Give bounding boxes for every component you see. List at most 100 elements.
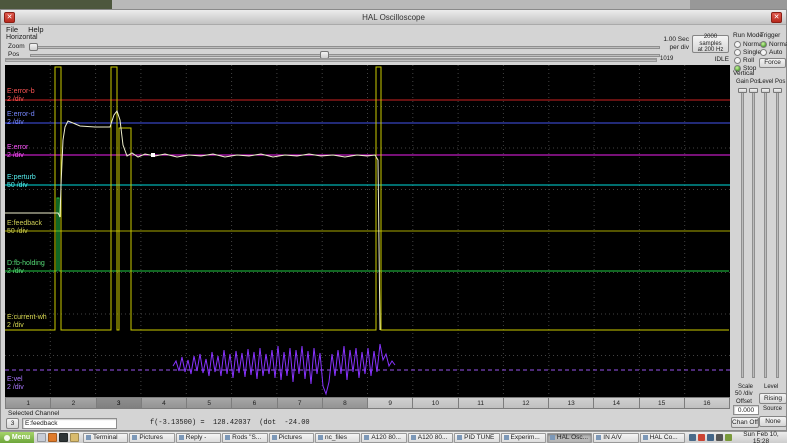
background-window-edge-mid: [690, 0, 787, 9]
run-mode-option-single[interactable]: Single: [734, 48, 762, 56]
channel-tab-11[interactable]: 11: [458, 397, 504, 409]
taskbar-window-6[interactable]: nc_files: [314, 432, 361, 443]
channel-tab-7[interactable]: 7: [277, 397, 323, 409]
selected-channel-name-box[interactable]: E:feedback: [22, 418, 117, 429]
channel-tab-1[interactable]: 1: [5, 397, 52, 409]
vertical-pos-slider-handle[interactable]: [749, 88, 758, 93]
taskbar-clock[interactable]: Sun Feb 10, 15:28: [735, 431, 787, 443]
channel-tab-5[interactable]: 5: [187, 397, 233, 409]
radio-icon: [734, 56, 741, 64]
chan-off-button[interactable]: Chan Off: [731, 417, 759, 428]
channel-scale-2: 2 /div: [7, 119, 24, 126]
pos-slider[interactable]: [30, 54, 660, 57]
trigger-option-label: Normal: [769, 40, 787, 48]
channel-tab-8[interactable]: 8: [322, 397, 368, 409]
selected-channel-number[interactable]: 3: [6, 418, 19, 429]
zoom-slider[interactable]: [30, 46, 660, 49]
taskbar-window-4[interactable]: Rods "S...: [222, 432, 268, 443]
battery-icon[interactable]: [725, 434, 732, 441]
channel-tab-16[interactable]: 16: [684, 397, 730, 409]
taskbar-window-list: Terminal Pictures Reply - Rods "S... Picture…: [82, 432, 686, 443]
browser-icon[interactable]: [48, 433, 57, 442]
channel-tab-9[interactable]: 9: [368, 397, 414, 409]
update-manager-icon[interactable]: [698, 434, 705, 441]
run-mode-option-label: Single: [743, 48, 762, 56]
horizontal-section-label: Horizontal: [6, 34, 38, 41]
channel-tab-13[interactable]: 13: [549, 397, 595, 409]
file-manager-icon[interactable]: [70, 433, 79, 442]
channel-tab-6[interactable]: 6: [232, 397, 278, 409]
window-close-icon-left[interactable]: ✕: [4, 12, 15, 23]
window-icon: [225, 435, 231, 440]
taskbar-window-10[interactable]: Experim...: [500, 432, 546, 443]
run-mode-option-label: Roll: [743, 56, 755, 64]
window-icon: [457, 435, 463, 440]
channel-tab-10[interactable]: 10: [413, 397, 459, 409]
channel-tab-4[interactable]: 4: [141, 397, 187, 409]
menu-help[interactable]: Help: [28, 25, 43, 34]
taskbar-window-8[interactable]: A120 80...: [407, 432, 454, 443]
trace-marker-dot: [151, 153, 155, 157]
title-bar[interactable]: HAL Oscilloscope: [1, 10, 786, 25]
taskbar-window-2[interactable]: Pictures: [129, 432, 175, 443]
record-length-button[interactable]: 2000 samples at 200 Hz: [692, 34, 729, 53]
desktop: HAL Oscilloscope ✕ ✕ File Help Horizontal…: [0, 0, 787, 443]
run-mode-title: Run Mode: [733, 32, 763, 39]
menu-file[interactable]: File: [6, 25, 18, 34]
distro-logo-icon: [3, 434, 10, 441]
taskbar-window-12[interactable]: IN A/V: [593, 432, 639, 443]
gain-slider-handle[interactable]: [738, 88, 747, 93]
trigger-pos-slider[interactable]: [776, 88, 779, 378]
window-icon: [364, 435, 370, 440]
network-icon[interactable]: [707, 434, 714, 441]
show-desktop-icon[interactable]: [37, 433, 46, 442]
scope-display: E:error-b2 /divE:error-d2 /divE:error2 /…: [5, 65, 730, 397]
taskbar-window-label: Terminal: [93, 434, 118, 441]
taskbar-window-5[interactable]: Pictures: [268, 432, 314, 443]
taskbar-window-3[interactable]: Reply -: [175, 432, 222, 443]
sec-per-div-line2: per div: [669, 44, 689, 51]
trigger-source-button[interactable]: None: [759, 416, 787, 427]
pos-label: Pos: [8, 51, 20, 58]
trigger-level-slider[interactable]: [764, 88, 767, 378]
level-readout-label: Level: [764, 384, 779, 390]
terminal-icon[interactable]: [59, 433, 68, 442]
channel-tab-2[interactable]: 2: [51, 397, 97, 409]
trigger-level-slider-handle[interactable]: [761, 88, 770, 93]
vel-noise-trace: [172, 343, 396, 396]
channel-tabs: 1 2 3 4 5 6 7 8 9 10 11 12 13 14 15 16: [5, 397, 730, 409]
taskbar-window-7[interactable]: A120 80...: [361, 432, 407, 443]
vertical-pos-slider[interactable]: [752, 88, 755, 378]
menu-button[interactable]: Menu: [0, 431, 34, 443]
taskbar-window-9[interactable]: PID TUNE: [454, 432, 500, 443]
window-icon: [549, 435, 555, 440]
input-method-icon[interactable]: [689, 434, 696, 441]
run-mode-option-roll[interactable]: Roll: [734, 56, 760, 64]
taskbar-window-label: nc_files: [324, 434, 347, 441]
taskbar-window-1[interactable]: Terminal: [83, 432, 129, 443]
volume-icon[interactable]: [716, 434, 723, 441]
trigger-pos-label: Pos: [775, 79, 786, 85]
taskbar-window-label: Pictures: [278, 434, 303, 441]
offset-value-box[interactable]: 0.000: [733, 405, 759, 415]
background-window-edge-dark: [0, 0, 112, 9]
taskbar-window-label: Experim...: [510, 434, 540, 441]
force-trigger-button[interactable]: Force: [759, 58, 786, 68]
channel-tab-12[interactable]: 12: [503, 397, 549, 409]
trigger-option-normal[interactable]: Normal: [760, 40, 787, 48]
trigger-pos-slider-handle[interactable]: [773, 88, 782, 93]
gain-slider[interactable]: [741, 88, 744, 378]
channel-tab-14[interactable]: 14: [594, 397, 640, 409]
zoom-slider-handle[interactable]: [29, 43, 38, 51]
channel-tab-3[interactable]: 3: [96, 397, 142, 409]
trigger-edge-button[interactable]: Rising: [759, 393, 787, 404]
run-mode-option-normal[interactable]: Normal: [734, 40, 764, 48]
channel-tab-15[interactable]: 15: [639, 397, 685, 409]
radio-icon: [734, 40, 741, 48]
background-window-edge-light: [112, 0, 690, 9]
taskbar-window-11[interactable]: HAL Osc...: [546, 432, 593, 443]
trigger-option-auto[interactable]: Auto: [760, 48, 787, 56]
channel-scale-4: 50 /div: [7, 182, 28, 189]
taskbar-window-13[interactable]: HAL Co...: [639, 432, 686, 443]
window-close-icon[interactable]: ✕: [771, 12, 782, 23]
